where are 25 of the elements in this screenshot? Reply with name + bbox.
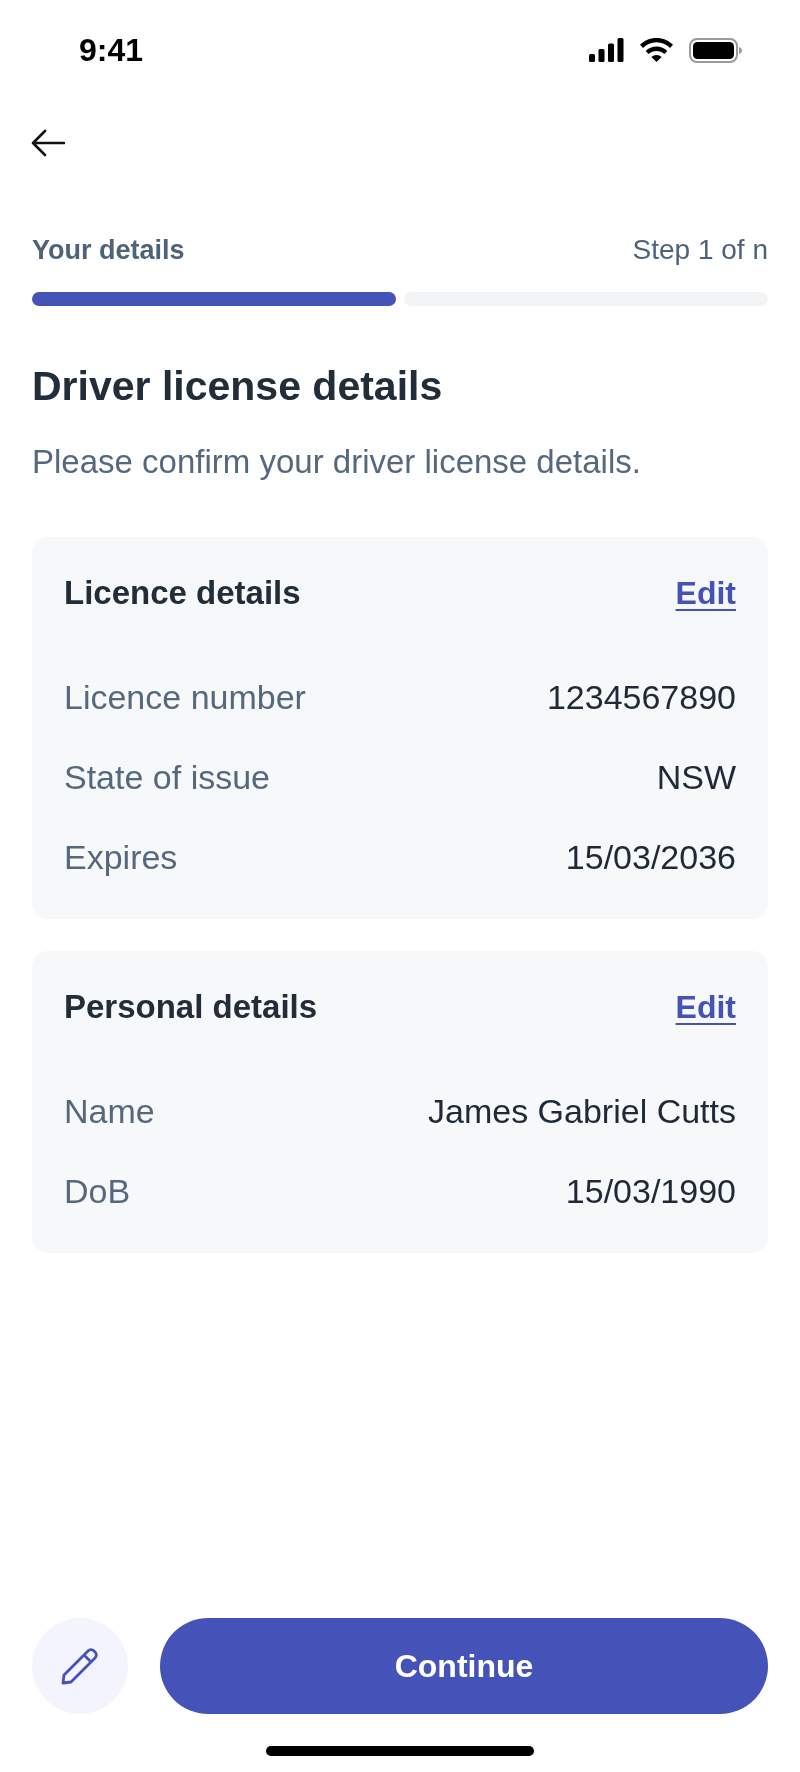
card-title: Personal details xyxy=(64,987,318,1027)
field-label: State of issue xyxy=(64,757,270,797)
card-title: Licence details xyxy=(64,573,301,613)
field-value: 1234567890 xyxy=(546,677,736,717)
status-time: 9:41 xyxy=(79,31,144,70)
continue-button[interactable]: Continue xyxy=(160,1618,768,1714)
field-value: NSW xyxy=(656,757,736,797)
edit-link[interactable]: Edit xyxy=(675,573,736,613)
edit-link[interactable]: Edit xyxy=(675,987,736,1027)
progress-label: Your details xyxy=(32,234,185,266)
step-counter: Step 1 of n xyxy=(632,234,768,266)
pencil-icon xyxy=(61,1647,99,1685)
field-value: 15/03/1990 xyxy=(565,1171,736,1211)
field-label: Expires xyxy=(64,837,178,877)
field-label: Licence number xyxy=(64,677,306,717)
field-value: James Gabriel Cutts xyxy=(428,1091,736,1131)
signal-icon xyxy=(589,38,624,62)
page-title: Driver license details xyxy=(32,362,444,410)
battery-icon xyxy=(689,37,742,63)
wifi-icon xyxy=(640,38,673,62)
field-label: Name xyxy=(64,1091,155,1131)
page-subtitle: Please confirm your driver license details. xyxy=(32,442,642,482)
field-value: 15/03/2036 xyxy=(565,837,736,877)
field-label: DoB xyxy=(64,1171,131,1211)
back-arrow-icon[interactable] xyxy=(31,129,65,157)
